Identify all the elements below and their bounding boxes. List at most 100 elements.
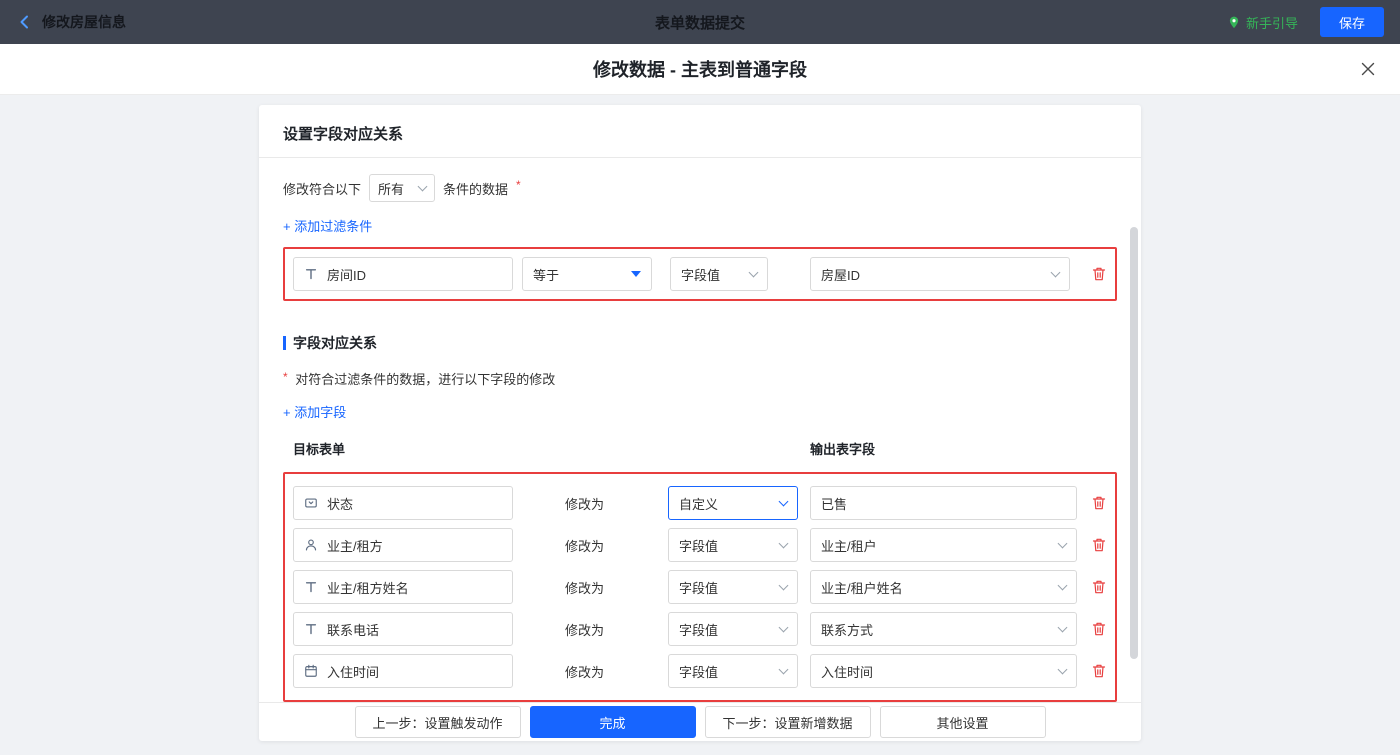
operator-value: 等于 <box>533 265 559 284</box>
trash-icon <box>1091 266 1107 282</box>
modify-type-select[interactable]: 字段值 <box>668 654 798 688</box>
filter-scope-select[interactable]: 所有 <box>369 174 435 202</box>
filter-prefix-label: 修改符合以下 <box>283 179 361 198</box>
add-filter-condition-link[interactable]: + 添加过滤条件 <box>283 216 372 235</box>
required-mark: * <box>516 178 521 192</box>
mapping-section-title: 字段对应关系 <box>283 333 1117 353</box>
filter-field-label: 房间ID <box>327 265 366 284</box>
filter-value-select[interactable]: 房屋ID <box>810 257 1070 291</box>
other-settings-button[interactable]: 其他设置 <box>880 706 1046 738</box>
dropdown-field-icon <box>304 496 318 510</box>
target-field-input[interactable]: 入住时间 <box>293 654 513 688</box>
filter-suffix-label: 条件的数据 <box>443 179 508 198</box>
chevron-down-icon <box>779 539 789 549</box>
delete-row-icon[interactable] <box>1091 663 1107 679</box>
mapping-row: 状态 修改为 自定义 已售 <box>293 486 1107 520</box>
chevron-down-icon <box>1051 268 1061 278</box>
dropdown-caret-icon <box>631 271 641 277</box>
card-title: 设置字段对应关系 <box>259 105 1141 158</box>
back-button[interactable] <box>16 13 34 31</box>
chevron-left-icon <box>16 13 34 31</box>
trash-icon <box>1091 495 1107 511</box>
mapping-row: 入住时间 修改为 字段值 入住时间 <box>293 654 1107 688</box>
delete-row-icon[interactable] <box>1091 621 1107 637</box>
next-step-button[interactable]: 下一步：设置新增数据 <box>705 706 871 738</box>
filter-scope-value: 所有 <box>378 179 404 198</box>
delete-row-icon[interactable] <box>1091 537 1107 553</box>
column-headers: 目标表单 输出表字段 <box>283 439 1117 458</box>
chevron-down-icon <box>1058 623 1068 633</box>
delete-row-icon[interactable] <box>1091 495 1107 511</box>
column-output-field: 输出表字段 <box>810 439 875 458</box>
trash-icon <box>1091 663 1107 679</box>
filter-field-input[interactable]: 房间ID <box>293 257 513 291</box>
text-field-icon <box>304 622 318 636</box>
card-footer: 上一步：设置触发动作 完成 下一步：设置新增数据 其他设置 <box>259 702 1141 741</box>
user-field-icon <box>304 538 318 552</box>
modify-label: 修改为 <box>565 662 613 681</box>
output-field-select[interactable]: 入住时间 <box>810 654 1077 688</box>
filter-value-label: 房屋ID <box>821 265 860 284</box>
mapping-description: * 对符合过滤条件的数据，进行以下字段的修改 <box>283 369 1117 388</box>
modify-type-select[interactable]: 字段值 <box>668 528 798 562</box>
chevron-down-icon <box>1058 581 1068 591</box>
field-mapping-box: 状态 修改为 自定义 已售 <box>283 472 1117 702</box>
chevron-down-icon <box>779 623 789 633</box>
mapping-row: 业主/租方 修改为 字段值 业主/租户 <box>293 528 1107 562</box>
filter-condition-box: 房间ID 等于 字段值 房屋ID <box>283 247 1117 301</box>
delete-row-icon[interactable] <box>1091 579 1107 595</box>
chevron-down-icon <box>1058 539 1068 549</box>
section-bar <box>283 336 286 350</box>
output-field-select[interactable]: 联系方式 <box>810 612 1077 646</box>
back-label[interactable]: 修改房屋信息 <box>42 12 126 32</box>
value-type-label: 字段值 <box>681 265 720 284</box>
column-target-form: 目标表单 <box>293 439 345 458</box>
target-field-input[interactable]: 状态 <box>293 486 513 520</box>
trash-icon <box>1091 537 1107 553</box>
target-field-input[interactable]: 业主/租方 <box>293 528 513 562</box>
close-icon <box>1360 61 1376 77</box>
chevron-down-icon <box>779 497 789 507</box>
guide-label: 新手引导 <box>1246 13 1298 32</box>
date-field-icon <box>304 664 318 678</box>
required-mark: * <box>283 370 288 384</box>
modal-body: 设置字段对应关系 修改符合以下 所有 条件的数据 * + 添加过滤条件 <box>0 95 1400 755</box>
target-field-input[interactable]: 联系电话 <box>293 612 513 646</box>
output-field-select[interactable]: 业主/租户姓名 <box>810 570 1077 604</box>
target-field-input[interactable]: 业主/租方姓名 <box>293 570 513 604</box>
chevron-down-icon <box>779 581 789 591</box>
settings-card: 设置字段对应关系 修改符合以下 所有 条件的数据 * + 添加过滤条件 <box>259 105 1141 741</box>
custom-value-input[interactable]: 已售 <box>810 486 1077 520</box>
chevron-down-icon <box>1058 665 1068 675</box>
page-title: 表单数据提交 <box>655 12 745 33</box>
modify-label: 修改为 <box>565 494 613 513</box>
save-button[interactable]: 保存 <box>1320 7 1384 37</box>
chevron-down-icon <box>779 665 789 675</box>
prev-step-button[interactable]: 上一步：设置触发动作 <box>355 706 521 738</box>
topbar: 修改房屋信息 表单数据提交 新手引导 保存 <box>0 0 1400 44</box>
modify-label: 修改为 <box>565 536 613 555</box>
scrollbar-thumb[interactable] <box>1130 227 1138 659</box>
chevron-down-icon <box>749 268 759 278</box>
filter-condition-row: 房间ID 等于 字段值 房屋ID <box>293 257 1107 291</box>
close-button[interactable] <box>1360 61 1376 77</box>
output-field-select[interactable]: 业主/租户 <box>810 528 1077 562</box>
text-field-icon <box>304 267 318 281</box>
modify-type-select[interactable]: 自定义 <box>668 486 798 520</box>
text-field-icon <box>304 580 318 594</box>
add-field-link[interactable]: + 添加字段 <box>283 402 346 421</box>
mapping-row: 业主/租方姓名 修改为 字段值 业主/租户姓名 <box>293 570 1107 604</box>
filter-scope-line: 修改符合以下 所有 条件的数据 * <box>283 174 1117 202</box>
modify-label: 修改为 <box>565 620 613 639</box>
trash-icon <box>1091 621 1107 637</box>
location-pin-icon <box>1227 15 1241 30</box>
done-button[interactable]: 完成 <box>530 706 696 738</box>
delete-condition-icon[interactable] <box>1091 266 1107 282</box>
operator-select[interactable]: 等于 <box>522 257 652 291</box>
trash-icon <box>1091 579 1107 595</box>
value-type-select[interactable]: 字段值 <box>670 257 768 291</box>
modify-type-select[interactable]: 字段值 <box>668 570 798 604</box>
modify-type-select[interactable]: 字段值 <box>668 612 798 646</box>
newbie-guide-link[interactable]: 新手引导 <box>1227 13 1298 32</box>
modal-title: 修改数据 - 主表到普通字段 <box>593 56 807 82</box>
